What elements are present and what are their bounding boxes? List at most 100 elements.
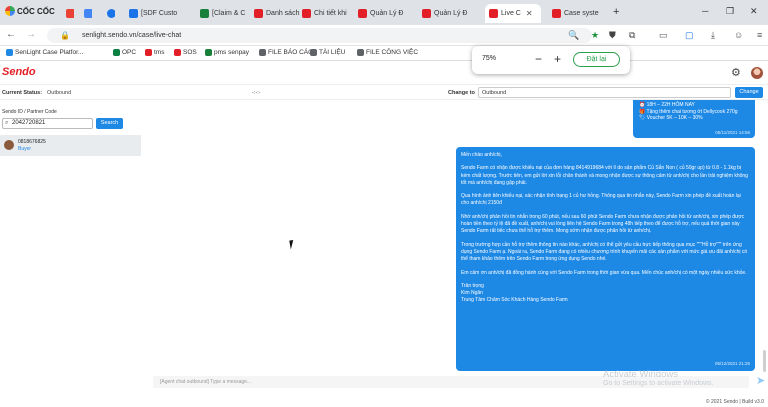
message-paragraph: Nhờ anh/chị phản hồi tin nhắn trong 60 p… [461, 213, 745, 235]
messenger-tab-icon[interactable] [103, 4, 115, 23]
search-button[interactable]: Search [96, 118, 123, 129]
download-icon[interactable]: ⤓ [711, 30, 715, 41]
search-label: Sendo ID / Partner Code [2, 109, 57, 115]
mouse-cursor [289, 239, 298, 250]
customer-phone: 0818676825 [18, 139, 46, 145]
search-input-value[interactable]: 2042720821 [12, 120, 45, 126]
page-footer: © 2021 Sendo | Build v3.0 [0, 397, 768, 407]
bookmark-folder[interactable]: FILE BÁO CÁO [259, 49, 313, 56]
footer-text: © 2021 Sendo | Build v3.0 [705, 399, 764, 405]
message-paragraph: Mến chào anh/chị, [461, 152, 502, 158]
bookmark-item[interactable]: SOS [174, 49, 197, 56]
message-line: 🏷 Voucher 5K – 10K – 30% [639, 115, 703, 121]
conversation-sidebar: Sendo ID / Partner Code ⌕ 2042720821 Sea… [0, 100, 141, 392]
tab-label: Chi tiết khi [314, 10, 347, 17]
message-time: 05/11/2021 14:56 [715, 130, 750, 135]
close-tab-icon[interactable]: ✕ [526, 9, 533, 18]
status-bar: Current Status: Outbound -:-:- Change to… [0, 84, 768, 100]
search-input[interactable]: ⌕ 2042720821 [2, 118, 93, 129]
customer-role: Buyer [18, 146, 32, 152]
menu-icon[interactable]: ≡ [757, 30, 762, 40]
shield-icon[interactable]: ⛊ [609, 30, 616, 41]
tab-favicon-icon [489, 9, 498, 18]
app-header: Sendo ⚙ [0, 62, 768, 84]
browser-tab[interactable]: Case syste [548, 4, 606, 23]
lock-icon: 🔒 [60, 31, 70, 40]
extension-icon[interactable]: ⧉ [629, 30, 635, 41]
apps-tab-icon[interactable] [80, 4, 92, 23]
tab-label: [Claim & C [212, 10, 246, 17]
send-icon[interactable]: ➤ [756, 374, 765, 387]
message-paragraph: Em cảm ơn anh/chị đã đồng hành cùng với … [461, 269, 747, 276]
avatar[interactable] [751, 67, 763, 79]
zoom-in-button[interactable]: + [554, 52, 561, 66]
tab-label: Danh sách [266, 10, 300, 17]
forward-icon[interactable]: → [26, 29, 36, 40]
bookmark-item[interactable]: tms [145, 49, 164, 56]
tab-favicon-icon [552, 9, 561, 18]
bookmark-item[interactable]: SenLight Case Platfor... [6, 49, 83, 56]
browser-tab[interactable]: Quản Lý Đ [354, 4, 412, 23]
change-to-label: Change to [448, 90, 475, 96]
sidebar-panel-icon[interactable]: ▭ [659, 30, 668, 41]
browser-tab[interactable]: Chi tiết khi [298, 4, 356, 23]
close-window-icon[interactable]: ✕ [750, 6, 758, 17]
vpn-icon[interactable]: ▢ [685, 30, 694, 41]
search-icon: ⌕ [5, 120, 9, 126]
zoom-reset-button[interactable]: Đặt lại [573, 52, 620, 67]
address-bar-row: ← → 🔒 senlight.sendo.vn/case/live-chat 🔍… [0, 25, 768, 46]
watermark-line: Go to Settings to activate Windows. [603, 380, 714, 387]
message-input-placeholder: [Agent chat outbound] Type a message... [160, 379, 252, 385]
change-button[interactable]: Change [735, 87, 763, 98]
tab-label: Live C [501, 10, 521, 17]
url-box[interactable]: 🔒 senlight.sendo.vn/case/live-chat [47, 28, 592, 43]
customer-avatar [4, 140, 14, 150]
tab-favicon-icon [200, 9, 209, 18]
tab-label: Case syste [564, 10, 599, 17]
tab-favicon-icon [254, 9, 263, 18]
watermark-line: Activate Windows [603, 369, 678, 380]
zoom-out-button[interactable]: − [535, 52, 542, 66]
browser-brand-label: CỐC CỐC [17, 6, 55, 16]
tab-favicon-icon [422, 9, 431, 18]
message-bubble: ⏰ 18H – 22H HÔM NAY 🎁 Tặng thêm chai tươ… [633, 100, 755, 138]
tab-label: Quản Lý Đ [370, 10, 404, 17]
maximize-icon[interactable]: ❐ [726, 6, 734, 17]
browser-brand[interactable]: CỐC CỐC [5, 6, 55, 16]
message-paragraph: Sendo Farm có nhận được khiếu nại của đơ… [461, 165, 748, 186]
gear-icon[interactable]: ⚙ [731, 66, 741, 79]
chat-scrollbar[interactable] [763, 350, 766, 372]
current-status-value: Outbound [47, 90, 72, 96]
back-icon[interactable]: ← [6, 29, 16, 40]
profile-icon[interactable]: ☺ [734, 30, 743, 40]
tab-favicon-icon [302, 9, 311, 18]
new-tab-icon[interactable]: + [613, 6, 619, 18]
minimize-icon[interactable]: ─ [702, 6, 708, 16]
conversation-item[interactable]: 0818676825 Buyer [0, 135, 141, 156]
sendo-logo[interactable]: Sendo [2, 66, 36, 78]
bookmark-item[interactable]: pms senpay [205, 49, 249, 56]
url-text[interactable]: senlight.sendo.vn/case/live-chat [82, 32, 181, 39]
browser-tab[interactable]: Live C ✕ [485, 4, 541, 23]
gmail-tab-icon[interactable] [62, 4, 74, 23]
tab-label: Quản Lý Đ [434, 10, 468, 17]
bookmark-item[interactable]: OPC [113, 49, 136, 56]
coccoc-logo-icon [5, 6, 15, 16]
browser-tab[interactable]: Quản Lý Đ [418, 4, 476, 23]
current-status-label: Current Status: [2, 90, 43, 96]
browser-tab-bar: CỐC CỐC [SDF Custo [Claim & C Danh sách Chi… [0, 0, 768, 25]
browser-tab[interactable]: [Claim & C [196, 4, 254, 23]
message-signature: Trân trọng Kim Ngân Trung Tâm Chăm Sóc K… [461, 282, 568, 304]
bookmarks-bar: SenLight Case Platfor... OPC tms SOS pms… [0, 47, 768, 61]
browser-tab[interactable]: [SDF Custo [125, 4, 183, 23]
bookmark-folder[interactable]: TÀI LIỆU [310, 49, 345, 56]
message-time: 05/12/2021 21:25 [714, 360, 750, 366]
chat-area: ⏰ 18H – 22H HÔM NAY 🎁 Tặng thêm chai tươ… [141, 100, 768, 374]
change-to-select[interactable]: Outbound [478, 87, 731, 98]
zoom-icon[interactable]: 🔍 [568, 30, 579, 41]
bookmark-star-icon[interactable]: ★ [591, 30, 599, 41]
message-bubble: Mến chào anh/chị, Sendo Farm có nhận đượ… [456, 147, 755, 371]
bookmark-folder[interactable]: FILE CÔNG VIỆC [357, 49, 418, 56]
tab-label: [SDF Custo [141, 10, 178, 17]
zoom-popup: 75% − + Đặt lại [472, 46, 630, 74]
